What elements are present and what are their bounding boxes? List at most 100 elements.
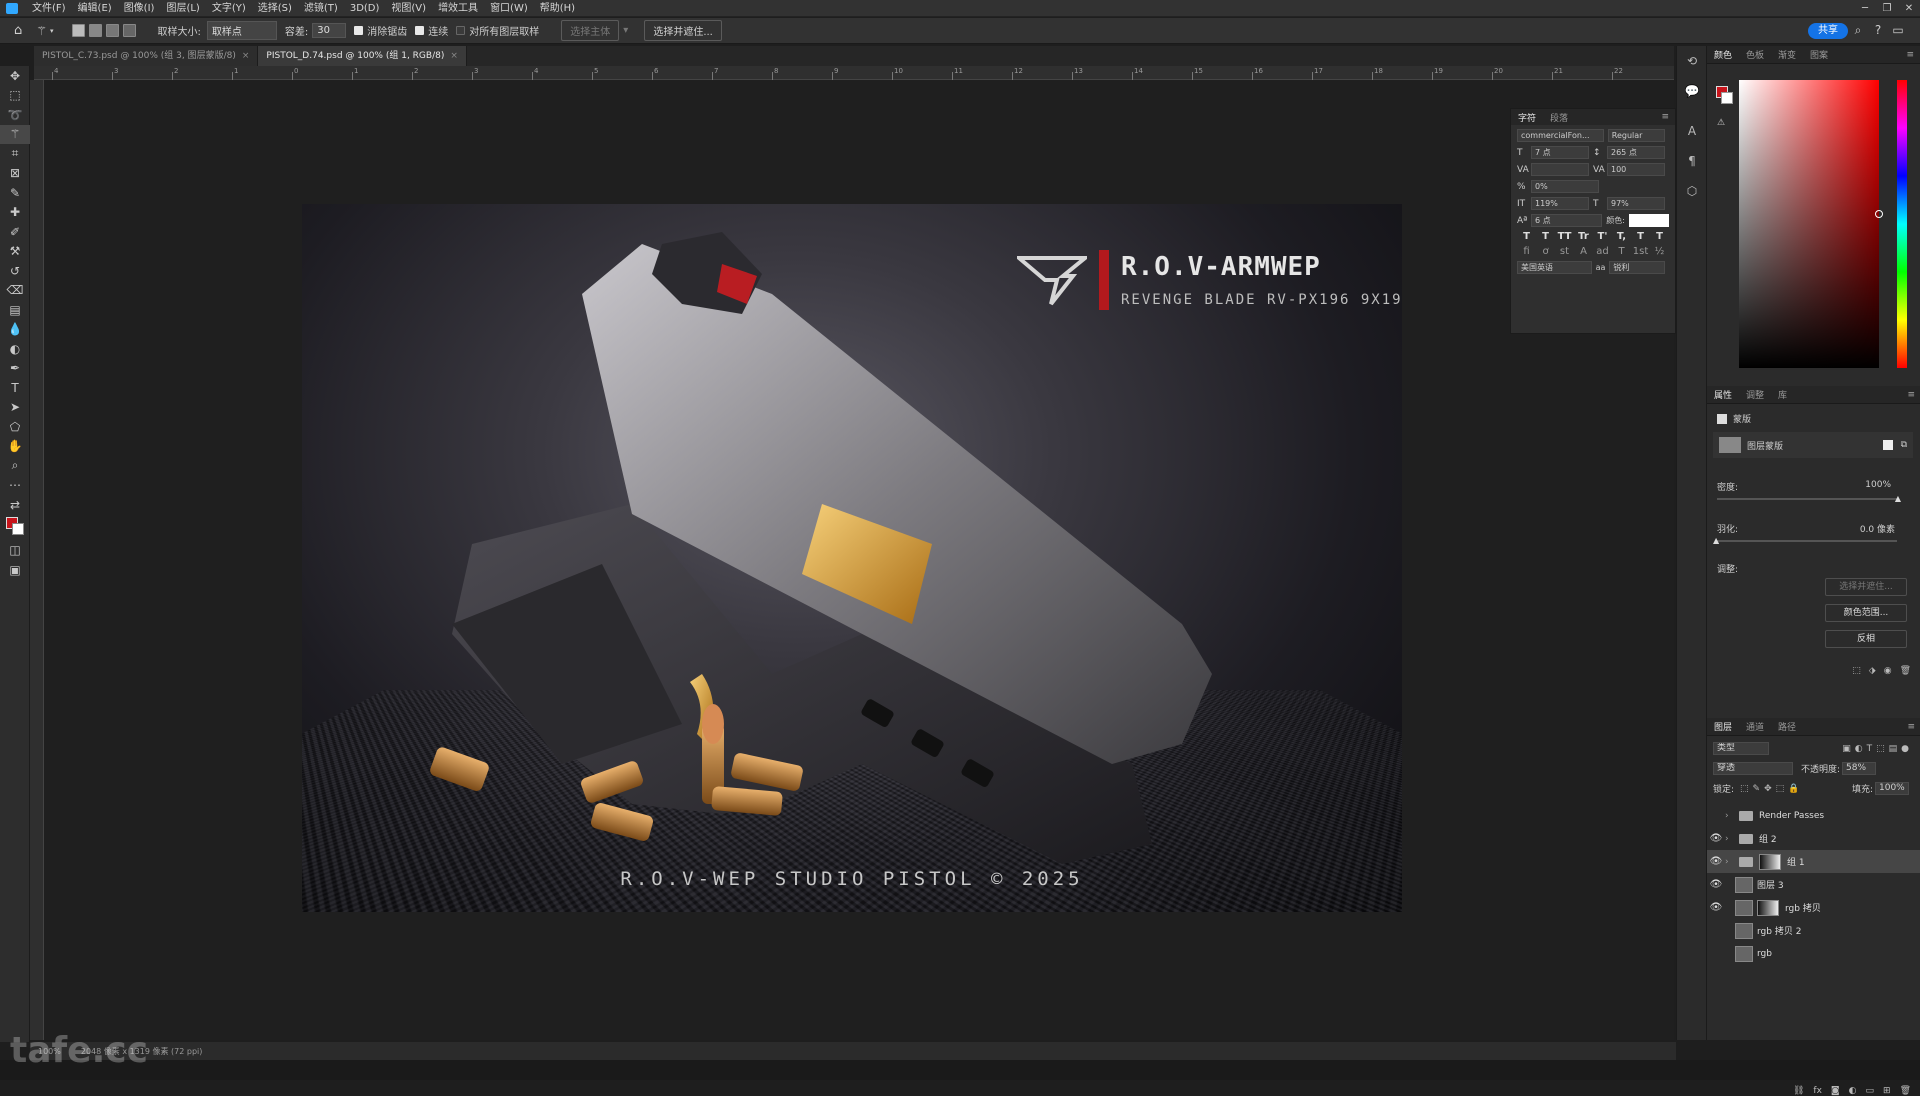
new-selection-icon[interactable] [72,24,85,37]
swash-button[interactable]: A [1574,246,1593,257]
tolerance-input[interactable]: 30 [312,23,346,38]
small-caps-button[interactable]: Tr [1574,231,1593,242]
sample-all-checkbox[interactable] [456,26,465,35]
menu-file[interactable]: 文件(F) [26,0,72,17]
expand-chevron-icon[interactable]: › [1725,834,1739,844]
brush-tool-icon[interactable]: ✐ [0,222,30,242]
layer-row[interactable]: 👁 rgb 拷贝 [1707,896,1920,919]
expand-chevron-icon[interactable]: › [1725,811,1739,821]
hue-slider[interactable] [1897,80,1907,368]
antialias-select[interactable]: 锐利 [1609,261,1665,274]
tab-pistol-c[interactable]: PISTOL_C.73.psd @ 100% (组 3, 图层蒙版/8) × [34,46,258,66]
feather-slider[interactable]: ▲ [1717,540,1897,542]
zoom-tool-icon[interactable]: ⌕ [0,456,30,476]
density-value[interactable]: 100% [1865,480,1891,490]
close-tab-icon[interactable]: × [450,51,458,61]
history-brush-icon[interactable]: ↺ [0,261,30,281]
pen-tool-icon[interactable]: ✒ [0,359,30,379]
ordinal-button[interactable]: 1st [1631,246,1650,257]
font-family-select[interactable]: commercialFon... [1517,129,1604,142]
faux-italic-button[interactable]: T [1536,231,1555,242]
panel-menu-icon[interactable]: ≡ [1661,112,1675,122]
panel-menu-icon[interactable]: ≡ [1907,390,1920,400]
color-swatches[interactable] [0,515,30,541]
titling-button[interactable]: ad [1593,246,1612,257]
blur-tool-icon[interactable]: 💧 [0,320,30,340]
menu-filter[interactable]: 滤镜(T) [298,0,344,17]
gradient-tool-icon[interactable]: ▤ [0,300,30,320]
workspace-icon[interactable]: ▭ [1890,22,1906,38]
tab-adjustments[interactable]: 调整 [1739,388,1771,401]
document-artwork[interactable]: R.O.V-ARMWEP REVENGE BLADE RV-PX196 9X19… [302,204,1402,912]
menu-select[interactable]: 选择(S) [252,0,298,17]
close-window-icon[interactable]: ✕ [1898,0,1920,17]
visibility-eye-icon[interactable]: 👁 [1707,856,1725,867]
magic-wand-tool-icon[interactable]: ⚚ ▾ [36,24,53,38]
maximize-icon[interactable]: ❐ [1876,0,1898,17]
add-mask-icon[interactable]: ◙ [1831,1086,1840,1096]
load-selection-icon[interactable]: ⬚ [1852,666,1861,676]
tab-paths[interactable]: 路径 [1771,720,1803,733]
tab-properties[interactable]: 属性 [1707,388,1739,401]
all-caps-button[interactable]: TT [1555,231,1574,242]
panel-menu-icon[interactable]: ≡ [1906,50,1920,60]
tab-gradients[interactable]: 渐变 [1771,48,1803,61]
delete-mask-icon[interactable]: 🗑 [1900,666,1911,676]
screen-mode-icon[interactable]: ▣ [0,560,30,580]
color-range-button[interactable]: 颜色范围... [1825,604,1907,622]
layer-row[interactable]: › Render Passes [1707,804,1920,827]
layer-row[interactable]: rgb [1707,942,1920,965]
quick-mask-icon[interactable]: ◫ [0,541,30,561]
frame-tool-icon[interactable]: ⊠ [0,164,30,184]
superscript-button[interactable]: T' [1593,231,1612,242]
scale-input[interactable]: 0% [1531,180,1599,193]
search-icon[interactable]: ⌕ [1850,22,1866,38]
apply-mask-icon[interactable]: ⬗ [1869,666,1876,676]
layer-row[interactable]: 👁 › 组 1 [1707,850,1920,873]
feather-value[interactable]: 0.0 像素 [1860,522,1895,535]
ligature-button[interactable]: fi [1517,246,1536,257]
layer-style-icon[interactable]: fx [1813,1086,1822,1096]
select-and-mask-button[interactable]: 选择并遮住... [1825,578,1907,596]
text-color-swatch[interactable] [1629,214,1669,227]
menu-type[interactable]: 文字(Y) [206,0,252,17]
layer-row[interactable]: 👁 › 组 2 [1707,827,1920,850]
eraser-tool-icon[interactable]: ⌫ [0,281,30,301]
add-selection-icon[interactable] [89,24,102,37]
lock-icons[interactable]: ⬚✎✥⬚🔒 [1740,784,1803,794]
tracking-input[interactable]: 100 [1607,163,1665,176]
panel-menu-icon[interactable]: ≡ [1907,722,1920,732]
layer-row[interactable]: rgb 拷贝 2 [1707,919,1920,942]
antialias-checkbox[interactable] [354,26,363,35]
type-tool-icon[interactable]: T [0,378,30,398]
marquee-tool-icon[interactable]: ⬚ [0,86,30,106]
clone-stamp-icon[interactable]: ⚒ [0,242,30,262]
layer-row[interactable]: 👁 图层 3 [1707,873,1920,896]
eyedropper-tool-icon[interactable]: ✎ [0,183,30,203]
menu-view[interactable]: 视图(V) [385,0,432,17]
tab-swatches[interactable]: 色板 [1739,48,1771,61]
crop-tool-icon[interactable]: ⌗ [0,144,30,164]
path-selection-icon[interactable]: ➤ [0,398,30,418]
baseline-shift-input[interactable]: 6 点 [1531,214,1602,227]
menu-layer[interactable]: 图层(L) [160,0,205,17]
select-subject-button[interactable]: 选择主体 [561,20,619,41]
vertical-scale-input[interactable]: 119% [1531,197,1589,210]
kerning-input[interactable] [1531,163,1589,176]
tab-channels[interactable]: 通道 [1739,720,1771,733]
link-layers-icon[interactable]: ⛓ [1793,1086,1804,1096]
menu-window[interactable]: 窗口(W) [484,0,534,17]
disable-mask-icon[interactable]: ◉ [1884,666,1892,676]
select-and-mask-button[interactable]: 选择并遮住... [644,20,722,41]
menu-3d[interactable]: 3D(D) [344,0,386,17]
close-tab-icon[interactable]: × [242,51,250,61]
visibility-eye-icon[interactable]: 👁 [1707,833,1725,844]
history-icon[interactable]: ⟲ [1677,46,1707,76]
delete-layer-icon[interactable]: 🗑 [1900,1086,1911,1096]
intersect-selection-icon[interactable] [123,24,136,37]
more-tools-icon[interactable]: ⋯ [0,476,30,496]
tab-color[interactable]: 颜色 [1707,48,1739,61]
horizontal-scale-input[interactable]: 97% [1607,197,1665,210]
contiguous-checkbox[interactable] [415,26,424,35]
help-icon[interactable]: ? [1870,22,1886,38]
